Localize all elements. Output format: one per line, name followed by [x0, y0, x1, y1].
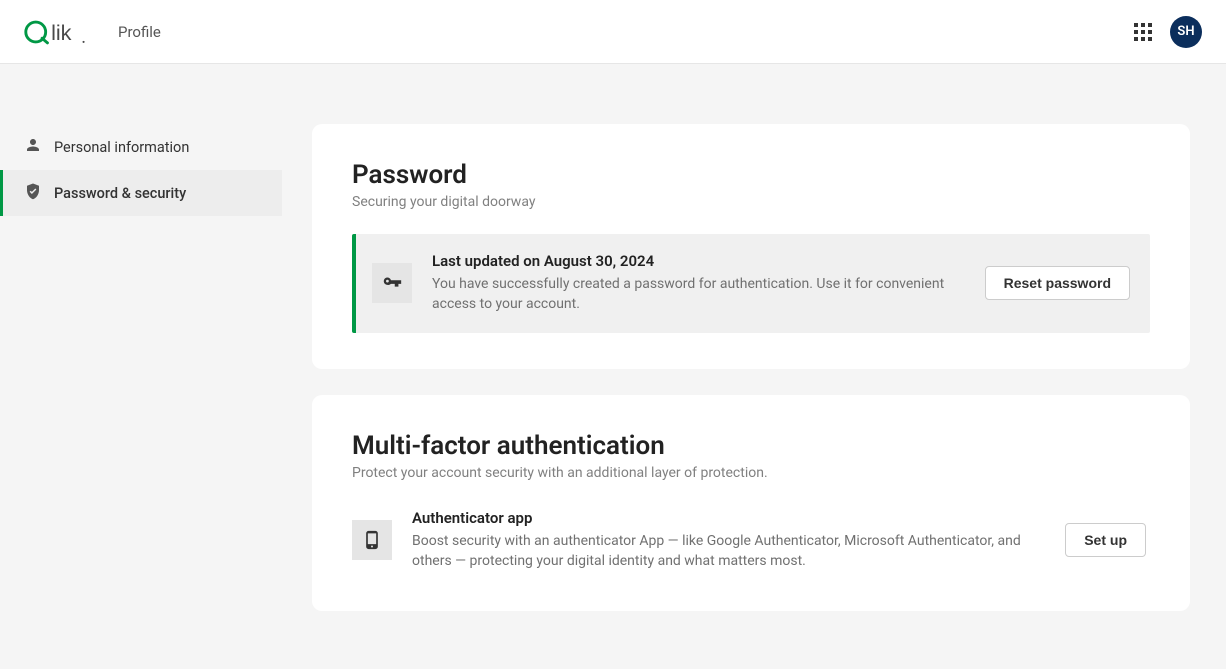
password-info-desc: You have successfully created a password… — [432, 274, 965, 315]
sidebar-item-password-security[interactable]: Password & security — [0, 170, 282, 216]
main-content: Password Securing your digital doorway L… — [312, 96, 1226, 637]
app-launcher-icon[interactable] — [1134, 23, 1152, 41]
sidebar: Personal information Password & security — [0, 96, 282, 637]
mfa-auth-desc: Boost security with an authenticator App… — [412, 531, 1045, 572]
sidebar-item-label: Personal information — [54, 139, 189, 156]
sidebar-item-personal-information[interactable]: Personal information — [0, 124, 282, 170]
password-last-updated: Last updated on August 30, 2024 — [432, 252, 965, 270]
password-title: Password — [352, 160, 1150, 190]
password-info-text: Last updated on August 30, 2024 You have… — [432, 252, 965, 315]
setup-mfa-button[interactable]: Set up — [1065, 523, 1146, 557]
key-icon — [372, 263, 412, 303]
header-left: lik Profile — [24, 17, 161, 47]
phone-icon — [352, 520, 392, 560]
mfa-card: Multi-factor authentication Protect your… — [312, 395, 1190, 612]
mfa-info-text: Authenticator app Boost security with an… — [412, 509, 1045, 572]
app-header: lik Profile SH — [0, 0, 1226, 64]
page-body: Personal information Password & security… — [0, 64, 1226, 669]
page-title: Profile — [118, 23, 161, 41]
reset-password-button[interactable]: Reset password — [985, 266, 1130, 300]
user-icon — [24, 136, 42, 158]
qlik-logo[interactable]: lik — [24, 17, 98, 47]
mfa-title: Multi-factor authentication — [352, 431, 1150, 461]
mfa-authenticator-row: Authenticator app Boost security with an… — [352, 505, 1150, 576]
sidebar-item-label: Password & security — [54, 185, 186, 202]
mfa-subtitle: Protect your account security with an ad… — [352, 465, 1150, 481]
password-card: Password Securing your digital doorway L… — [312, 124, 1190, 369]
password-subtitle: Securing your digital doorway — [352, 194, 1150, 210]
password-info-box: Last updated on August 30, 2024 You have… — [352, 234, 1150, 333]
mfa-auth-title: Authenticator app — [412, 509, 1045, 527]
svg-text:lik: lik — [51, 20, 72, 45]
header-right: SH — [1134, 16, 1202, 48]
avatar[interactable]: SH — [1170, 16, 1202, 48]
shield-icon — [24, 182, 42, 204]
